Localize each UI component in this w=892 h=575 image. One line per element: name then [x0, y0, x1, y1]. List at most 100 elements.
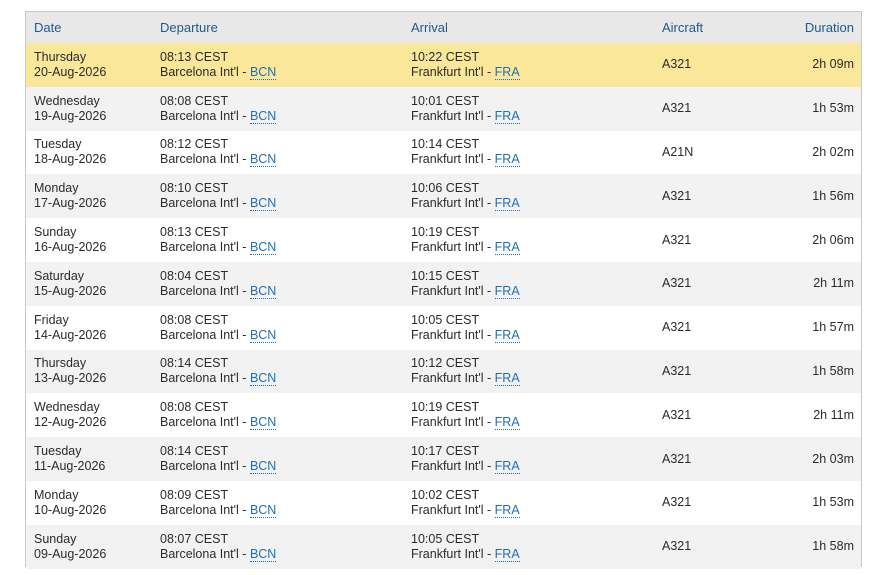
separator: -: [238, 283, 250, 298]
departure-cell: 08:09 CEST Barcelona Int'l - BCN: [160, 481, 411, 525]
arrival-cell: 10:01 CEST Frankfurt Int'l - FRA: [411, 87, 662, 131]
departure-airport-name: Barcelona Int'l: [160, 502, 239, 517]
flight-date: 18-Aug-2026: [34, 152, 107, 167]
arrival-time: 10:12 CEST: [411, 356, 480, 371]
column-header-duration[interactable]: Duration: [782, 12, 861, 43]
table-row[interactable]: Tuesday 11-Aug-2026 08:14 CEST Barcelona In…: [26, 437, 861, 481]
table-row[interactable]: Friday 14-Aug-2026 08:08 CEST Barcelona Int…: [26, 306, 861, 350]
departure-airport-code-link[interactable]: BCN: [249, 327, 277, 343]
separator: -: [238, 546, 250, 561]
departure-airport-code-link[interactable]: BCN: [249, 64, 277, 80]
table-row[interactable]: Monday 17-Aug-2026 08:10 CEST Barcelona Int…: [26, 174, 861, 219]
separator: -: [483, 371, 495, 386]
arrival-airport: Frankfurt Int'l - FRA: [411, 371, 662, 387]
arrival-airport-code-link[interactable]: FRA: [494, 152, 520, 168]
table-row[interactable]: Saturday 15-Aug-2026 08:04 CEST Barcelona I…: [26, 261, 861, 306]
departure-airport: Barcelona Int'l - BCN: [160, 283, 411, 299]
arrival-airport-code-link[interactable]: FRA: [494, 459, 520, 475]
arrival-time: 10:22 CEST: [411, 49, 480, 64]
arrival-cell: 10:15 CEST Frankfurt Int'l - FRA: [411, 262, 662, 306]
arrival-airport: Frankfurt Int'l - FRA: [411, 283, 662, 299]
duration-cell: 2h 09m: [812, 57, 854, 72]
aircraft-cell: A321: [662, 451, 692, 466]
arrival-airport-code-link[interactable]: FRA: [494, 327, 520, 343]
departure-airport: Barcelona Int'l - BCN: [160, 546, 411, 562]
arrival-airport-code-link[interactable]: FRA: [494, 502, 520, 518]
departure-airport-code-link[interactable]: BCN: [249, 459, 277, 475]
departure-cell: 08:10 CEST Barcelona Int'l - BCN: [160, 174, 411, 218]
departure-airport: Barcelona Int'l - BCN: [160, 415, 411, 431]
arrival-airport: Frankfurt Int'l - FRA: [411, 64, 662, 80]
arrival-airport-code-link[interactable]: FRA: [494, 196, 520, 212]
date-cell: Tuesday 11-Aug-2026: [26, 437, 160, 481]
departure-airport-code-link[interactable]: BCN: [249, 152, 277, 168]
arrival-cell: 10:12 CEST Frankfurt Int'l - FRA: [411, 350, 662, 394]
separator: -: [483, 152, 495, 167]
arrival-airport-code-link[interactable]: FRA: [494, 283, 520, 299]
departure-time: 08:09 CEST: [160, 487, 229, 502]
departure-time: 08:13 CEST: [160, 49, 229, 64]
departure-airport-name: Barcelona Int'l: [160, 283, 239, 298]
weekday: Thursday: [34, 49, 87, 64]
separator: -: [483, 502, 495, 517]
departure-airport-code-link[interactable]: BCN: [249, 240, 277, 256]
separator: -: [483, 327, 495, 342]
departure-airport: Barcelona Int'l - BCN: [160, 240, 411, 256]
arrival-airport-code-link[interactable]: FRA: [494, 415, 520, 431]
departure-cell: 08:08 CEST Barcelona Int'l - BCN: [160, 393, 411, 437]
departure-airport-code-link[interactable]: BCN: [249, 546, 277, 562]
flight-date: 16-Aug-2026: [34, 240, 107, 255]
separator: -: [483, 459, 495, 474]
column-header-arrival[interactable]: Arrival: [411, 12, 662, 43]
departure-airport-code-link[interactable]: BCN: [249, 196, 277, 212]
separator: -: [238, 152, 250, 167]
table-row[interactable]: Monday 10-Aug-2026 08:09 CEST Barcelona Int…: [26, 481, 861, 525]
flight-date: 10-Aug-2026: [34, 502, 107, 517]
arrival-airport-name: Frankfurt Int'l: [411, 546, 484, 561]
column-header-departure[interactable]: Departure: [160, 12, 411, 43]
arrival-airport: Frankfurt Int'l - FRA: [411, 502, 662, 518]
departure-cell: 08:08 CEST Barcelona Int'l - BCN: [160, 306, 411, 350]
separator: -: [483, 196, 495, 211]
table-row[interactable]: Tuesday 18-Aug-2026 08:12 CEST Barcelona In…: [26, 131, 861, 175]
table-row[interactable]: Wednesday 12-Aug-2026 08:08 CEST Barcelona …: [26, 393, 861, 437]
date-cell: Thursday 20-Aug-2026: [26, 43, 160, 87]
table-body: Thursday 20-Aug-2026 08:13 CEST Barcelona I…: [26, 43, 861, 569]
column-header-date[interactable]: Date: [26, 12, 160, 43]
separator: -: [238, 371, 250, 386]
departure-airport-code-link[interactable]: BCN: [249, 371, 277, 387]
aircraft-cell: A321: [662, 539, 692, 554]
weekday: Saturday: [34, 268, 85, 283]
departure-airport-code-link[interactable]: BCN: [249, 108, 277, 124]
arrival-airport-code-link[interactable]: FRA: [494, 546, 520, 562]
column-header-aircraft[interactable]: Aircraft: [662, 12, 782, 43]
arrival-time: 10:01 CEST: [411, 93, 480, 108]
departure-cell: 08:12 CEST Barcelona Int'l - BCN: [160, 131, 411, 175]
arrival-airport-name: Frankfurt Int'l: [411, 152, 484, 167]
departure-airport-code-link[interactable]: BCN: [249, 415, 277, 431]
table-row[interactable]: Wednesday 19-Aug-2026 08:08 CEST Barcelona …: [26, 86, 861, 131]
departure-airport-name: Barcelona Int'l: [160, 240, 239, 255]
departure-airport-name: Barcelona Int'l: [160, 64, 239, 79]
separator: -: [483, 108, 495, 123]
table-row[interactable]: Thursday 13-Aug-2026 08:14 CEST Barcelona I…: [26, 349, 861, 394]
departure-airport-code-link[interactable]: BCN: [249, 502, 277, 518]
date-cell: Thursday 13-Aug-2026: [26, 350, 160, 394]
weekday: Tuesday: [34, 137, 82, 152]
arrival-airport-code-link[interactable]: FRA: [494, 64, 520, 80]
duration-cell: 2h 11m: [813, 276, 854, 291]
separator: -: [238, 108, 250, 123]
table-row[interactable]: Sunday 16-Aug-2026 08:13 CEST Barcelona Int…: [26, 218, 861, 262]
departure-airport-code-link[interactable]: BCN: [249, 283, 277, 299]
arrival-cell: 10:02 CEST Frankfurt Int'l - FRA: [411, 481, 662, 525]
table-row[interactable]: Sunday 09-Aug-2026 08:07 CEST Barcelona Int…: [26, 524, 861, 569]
arrival-airport-code-link[interactable]: FRA: [494, 108, 520, 124]
departure-cell: 08:08 CEST Barcelona Int'l - BCN: [160, 87, 411, 131]
separator: -: [238, 327, 250, 342]
table-row[interactable]: Thursday 20-Aug-2026 08:13 CEST Barcelona I…: [26, 43, 861, 87]
arrival-airport-code-link[interactable]: FRA: [494, 240, 520, 256]
flight-date: 12-Aug-2026: [34, 415, 107, 430]
arrival-airport-name: Frankfurt Int'l: [411, 240, 484, 255]
arrival-time: 10:17 CEST: [411, 444, 480, 459]
arrival-airport-code-link[interactable]: FRA: [494, 371, 520, 387]
